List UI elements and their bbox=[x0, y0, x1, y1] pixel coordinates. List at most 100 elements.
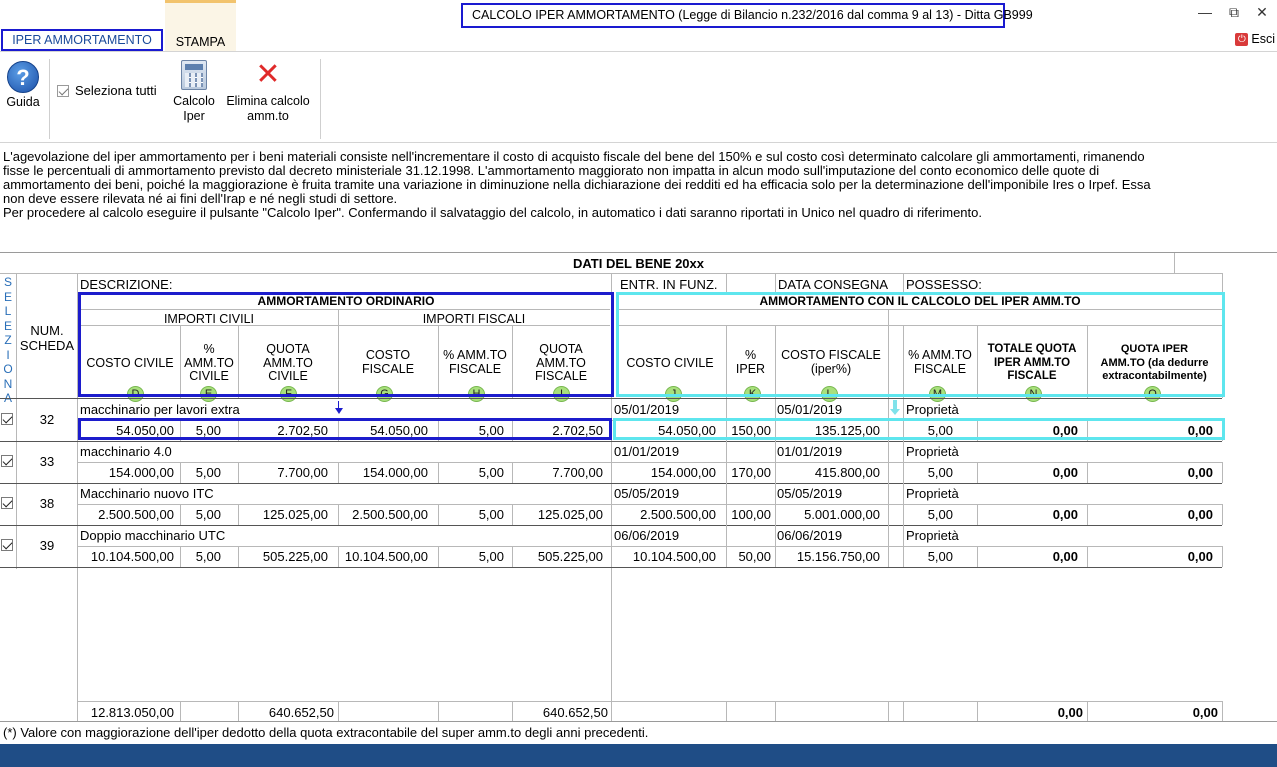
delete-x-icon: ✕ bbox=[255, 58, 281, 91]
total-costo-civile: 12.813.050,00 bbox=[90, 705, 174, 720]
grid-line bbox=[903, 441, 904, 462]
costo-fiscale-iper: 15.156.750,00 bbox=[796, 549, 880, 564]
seleziona-tutti-checkbox[interactable]: Seleziona tutti bbox=[57, 83, 157, 98]
arrow-down-icon bbox=[890, 400, 900, 416]
minimize-icon[interactable]: — bbox=[1195, 4, 1215, 20]
description-line: L'agevolazione del iper ammortamento per… bbox=[3, 149, 1145, 164]
calculator-icon bbox=[181, 60, 207, 90]
guida-button[interactable]: ? Guida bbox=[2, 61, 44, 110]
grid-line bbox=[726, 483, 727, 504]
descrizione-header: DESCRIZIONE: bbox=[80, 277, 173, 292]
checkbox-checked-icon[interactable] bbox=[1, 455, 13, 467]
grid-line bbox=[888, 483, 889, 504]
close-icon[interactable]: ✕ bbox=[1252, 4, 1272, 21]
grid-line bbox=[888, 441, 889, 462]
grid-line bbox=[775, 525, 776, 546]
grid-line bbox=[726, 273, 727, 293]
highlight-iper-header bbox=[616, 292, 1225, 397]
grid-line bbox=[78, 546, 1222, 547]
calcolo-label-2: Iper bbox=[183, 109, 205, 123]
quota-amm-civile: 505.225,00 bbox=[262, 549, 328, 564]
checkbox-checked-icon[interactable] bbox=[1, 413, 13, 425]
entr-funz-date: 01/01/2019 bbox=[614, 444, 680, 459]
exit-icon: ⏻ bbox=[1235, 32, 1249, 46]
grid-line bbox=[1222, 546, 1223, 567]
highlight-iper-row bbox=[613, 418, 1225, 440]
grid-line bbox=[775, 273, 776, 293]
ribbon-separator bbox=[49, 59, 50, 139]
seleziona-letter: L bbox=[4, 304, 12, 318]
grid-line bbox=[338, 701, 339, 721]
guida-label: Guida bbox=[6, 95, 40, 109]
calcolo-label-1: Calcolo bbox=[173, 94, 215, 108]
row-select-checkbox[interactable] bbox=[1, 413, 13, 428]
description-line: ammortamento dei beni, poiché la maggior… bbox=[3, 177, 1151, 193]
grid-line bbox=[438, 701, 439, 721]
calcolo-iper-button[interactable]: Calcolo Iper bbox=[170, 60, 218, 124]
grid-line bbox=[775, 701, 776, 721]
grid-line bbox=[888, 546, 889, 567]
esci-button[interactable]: ⏻ Esci bbox=[1235, 32, 1275, 46]
quota-amm-fiscale: 7.700,00 bbox=[552, 465, 603, 480]
possesso-value: Proprietà bbox=[906, 486, 959, 501]
highlight-ordinario-row bbox=[78, 418, 612, 440]
grid-line bbox=[0, 525, 1222, 526]
entr-funz-date: 06/06/2019 bbox=[614, 528, 680, 543]
row-select-checkbox[interactable] bbox=[1, 497, 13, 512]
entr-funz-date: 05/01/2019 bbox=[614, 402, 680, 417]
seleziona-letter: E bbox=[3, 318, 12, 333]
tab-iper-ammortamento[interactable]: IPER AMMORTAMENTO bbox=[1, 29, 163, 51]
total-quota-civile: 640.652,50 bbox=[268, 705, 334, 720]
quota-amm-fiscale: 125.025,00 bbox=[537, 507, 603, 522]
grid-line bbox=[903, 483, 904, 504]
perc-amm-iper: 5,00 bbox=[927, 549, 953, 564]
costo-fiscale: 10.104.500,00 bbox=[344, 549, 428, 564]
data-consegna-date: 05/05/2019 bbox=[777, 486, 843, 501]
seleziona-letter: Z bbox=[4, 333, 12, 347]
grid-line bbox=[78, 462, 1222, 463]
descrizione: macchinario 4.0 bbox=[80, 444, 172, 459]
elimina-calcolo-button[interactable]: ✕ Elimina calcolo amm.to bbox=[222, 60, 314, 124]
num-scheda: 32 bbox=[39, 412, 55, 427]
restore-icon[interactable]: ⧉ bbox=[1224, 4, 1244, 21]
grid-line bbox=[888, 701, 889, 721]
num-scheda-header: NUM. SCHEDA bbox=[17, 323, 77, 353]
perc-amm-civile: 5,00 bbox=[195, 465, 221, 480]
totale-quota-iper: 0,00 bbox=[1052, 465, 1078, 480]
description-line: fisse le percentuali di ammortamento pre… bbox=[3, 163, 1100, 179]
checkbox-checked-icon[interactable] bbox=[1, 497, 13, 509]
perc-amm-civile: 5,00 bbox=[195, 549, 221, 564]
perc-amm-fiscale: 5,00 bbox=[478, 465, 504, 480]
title-bar: IPER AMMORTAMENTO STAMPA CALCOLO IPER AM… bbox=[0, 0, 1277, 52]
row-select-checkbox[interactable] bbox=[1, 539, 13, 554]
grid-line bbox=[888, 462, 889, 483]
num-scheda-header-line: SCHEDA bbox=[19, 338, 75, 353]
ribbon-toolbar: ? Guida Seleziona tutti Calcolo Iper ✕ E… bbox=[0, 53, 1277, 143]
grid-line bbox=[775, 399, 776, 420]
seleziona-letter: I bbox=[6, 347, 10, 362]
costo-civile: 10.104.500,00 bbox=[90, 549, 174, 564]
grid-line bbox=[1174, 253, 1175, 273]
select-all-checkbox-icon[interactable] bbox=[57, 84, 69, 97]
highlight-ordinario-header bbox=[78, 292, 614, 397]
seleziona-letter: N bbox=[3, 376, 13, 391]
row-select-checkbox[interactable] bbox=[1, 455, 13, 470]
grid-line bbox=[903, 701, 904, 721]
grid-line bbox=[0, 483, 1222, 484]
status-bar bbox=[0, 744, 1277, 767]
grid-line bbox=[903, 273, 904, 293]
perc-iper: 100,00 bbox=[731, 507, 771, 522]
window-title: CALCOLO IPER AMMORTAMENTO (Legge di Bila… bbox=[461, 3, 1033, 28]
grid-line bbox=[0, 441, 1222, 442]
description-line: non deve essere rilevata né ai fini dell… bbox=[3, 191, 398, 207]
tab-stampa[interactable]: STAMPA bbox=[165, 0, 236, 51]
perc-amm-fiscale: 5,00 bbox=[478, 549, 504, 564]
elimina-label-2: amm.to bbox=[247, 109, 289, 123]
num-scheda: 39 bbox=[39, 538, 55, 553]
data-consegna-date: 06/06/2019 bbox=[777, 528, 843, 543]
checkbox-checked-icon[interactable] bbox=[1, 539, 13, 551]
grid-line bbox=[726, 441, 727, 462]
iper-costo-civile: 154.000,00 bbox=[650, 465, 716, 480]
seleziona-tutti-label: Seleziona tutti bbox=[75, 83, 157, 98]
grid-line bbox=[1222, 701, 1223, 721]
